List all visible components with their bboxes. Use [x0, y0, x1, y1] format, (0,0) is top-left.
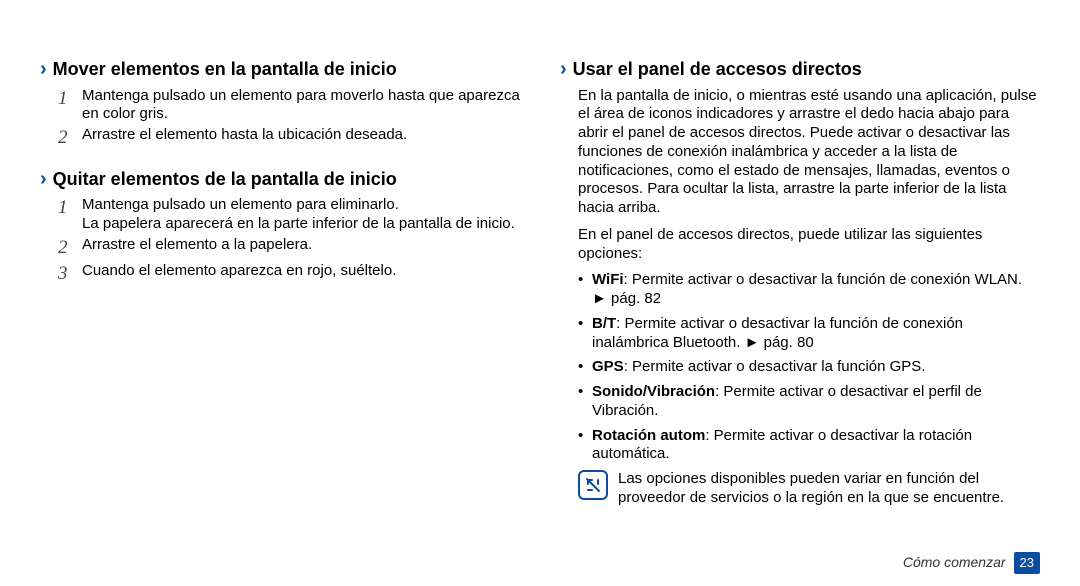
left-column: › Mover elementos en la pantalla de inic… — [40, 48, 520, 576]
step: 2 Arrastre el elemento a la papelera. — [58, 236, 520, 260]
bullet-bold: Sonido/Vibración — [592, 383, 715, 400]
footer-label: Cómo comenzar — [903, 554, 1006, 572]
ref-arrow-icon: ► — [745, 334, 760, 353]
step: 1 Mantenga pulsado un elemento para elim… — [58, 196, 520, 234]
bullet-item: GPS: Permite activar o desactivar la fun… — [578, 358, 1040, 377]
bullet-rest: : Permite activar o desactivar la funció… — [624, 271, 1023, 288]
step: 3 Cuando el elemento aparezca en rojo, s… — [58, 262, 520, 286]
bullet-ref: pág. 82 — [607, 290, 661, 307]
step-number: 1 — [58, 196, 72, 234]
section-header-move: › Mover elementos en la pantalla de inic… — [40, 58, 520, 81]
note: Las opciones disponibles pueden variar e… — [578, 470, 1040, 508]
note-text: Las opciones disponibles pueden variar e… — [618, 470, 1040, 508]
right-column: › Usar el panel de accesos directos En l… — [560, 48, 1040, 576]
paragraph: En la pantalla de inicio, o mientras est… — [578, 87, 1040, 218]
bullet-item: Rotación autom: Permite activar o desact… — [578, 427, 1040, 465]
bullet-bold: GPS — [592, 358, 624, 375]
section-header-remove: › Quitar elementos de la pantalla de ini… — [40, 168, 520, 191]
step-number: 1 — [58, 87, 72, 125]
bullet-ref: pág. 80 — [759, 334, 813, 351]
step-text: Arrastre el elemento a la papelera. — [82, 236, 520, 260]
step-text-main: Mantenga pulsado un elemento para elimin… — [82, 196, 399, 213]
step-number: 2 — [58, 236, 72, 260]
bullet-bold: Rotación autom — [592, 427, 705, 444]
section-header-shortcuts: › Usar el panel de accesos directos — [560, 58, 1040, 81]
step-text-sub: La papelera aparecerá en la parte inferi… — [82, 215, 515, 232]
step-number: 2 — [58, 126, 72, 150]
bullet-bold: B/T — [592, 315, 616, 332]
chevron-icon: › — [40, 169, 47, 189]
note-icon — [578, 470, 608, 500]
ref-arrow-icon: ► — [592, 290, 607, 309]
step-text: Cuando el elemento aparezca en rojo, sué… — [82, 262, 520, 286]
section-title: Quitar elementos de la pantalla de inici… — [53, 168, 397, 191]
bullet-item: B/T: Permite activar o desactivar la fun… — [578, 315, 1040, 353]
bullet-bold: WiFi — [592, 271, 624, 288]
section-title: Usar el panel de accesos directos — [573, 58, 862, 81]
bullet-item: WiFi: Permite activar o desactivar la fu… — [578, 271, 1040, 309]
step: 1 Mantenga pulsado un elemento para move… — [58, 87, 520, 125]
chevron-icon: › — [40, 59, 47, 79]
step-text: Mantenga pulsado un elemento para elimin… — [82, 196, 520, 234]
step-text: Mantenga pulsado un elemento para moverl… — [82, 87, 520, 125]
step-number: 3 — [58, 262, 72, 286]
bullet-item: Sonido/Vibración: Permite activar o desa… — [578, 383, 1040, 421]
section-title: Mover elementos en la pantalla de inicio — [53, 58, 397, 81]
paragraph: En el panel de accesos directos, puede u… — [578, 226, 1040, 264]
bullet-rest: : Permite activar o desactivar la funció… — [624, 358, 926, 375]
step-text: Arrastre el elemento hasta la ubicación … — [82, 126, 520, 150]
step: 2 Arrastre el elemento hasta la ubicació… — [58, 126, 520, 150]
page-number-badge: 23 — [1014, 552, 1040, 574]
page-footer: Cómo comenzar 23 — [903, 552, 1040, 574]
page: › Mover elementos en la pantalla de inic… — [0, 0, 1080, 586]
bullet-list: WiFi: Permite activar o desactivar la fu… — [578, 271, 1040, 464]
chevron-icon: › — [560, 59, 567, 79]
